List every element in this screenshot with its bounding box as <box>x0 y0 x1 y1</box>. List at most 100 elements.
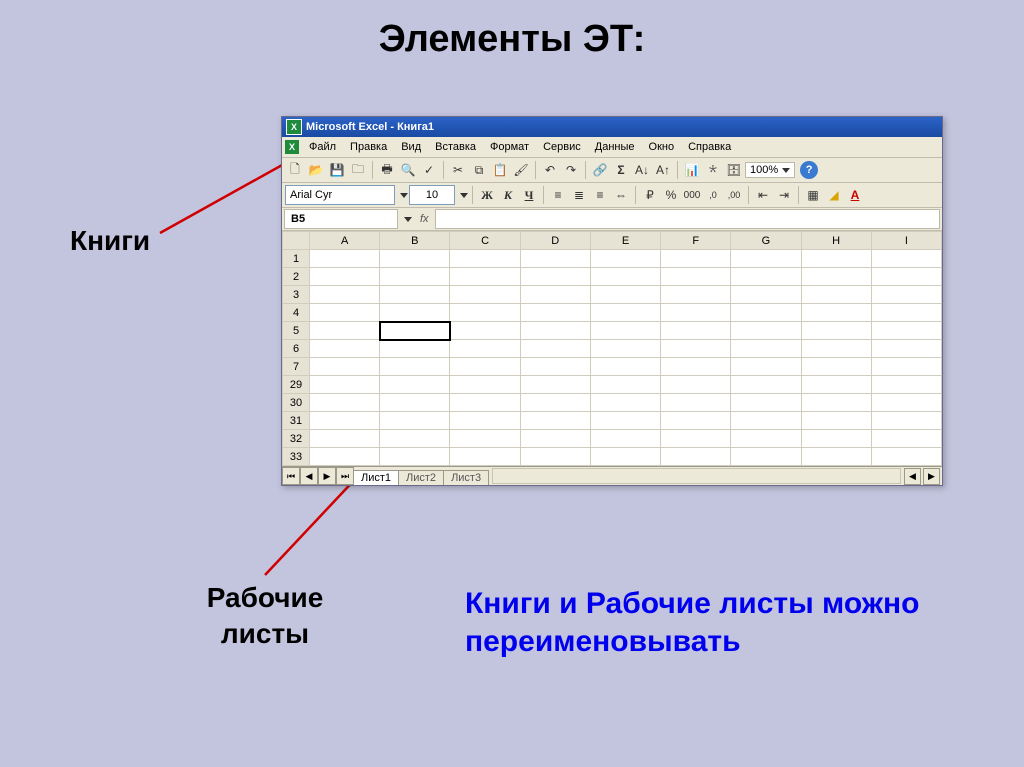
cell[interactable] <box>801 304 871 322</box>
cell[interactable] <box>590 322 660 340</box>
cell[interactable] <box>310 286 380 304</box>
currency-icon[interactable]: ₽ <box>640 185 660 205</box>
align-left-icon[interactable]: ≡ <box>548 185 568 205</box>
row-header[interactable]: 33 <box>283 448 310 466</box>
borders-icon[interactable]: ▦ <box>803 185 823 205</box>
cell[interactable] <box>661 322 731 340</box>
cell[interactable] <box>380 322 450 340</box>
menu-view[interactable]: Вид <box>395 140 427 154</box>
row-header[interactable]: 31 <box>283 412 310 430</box>
cell[interactable] <box>590 430 660 448</box>
cell[interactable] <box>450 322 520 340</box>
drawing-icon[interactable]: 🞯 <box>703 160 723 180</box>
italic-button[interactable]: К <box>498 185 518 205</box>
copy-icon[interactable]: ⧉ <box>469 160 489 180</box>
sheet-nav-next[interactable]: ▶ <box>318 467 336 485</box>
menu-data[interactable]: Данные <box>589 140 641 154</box>
increase-decimal-icon[interactable]: ,0 <box>703 185 723 205</box>
cell[interactable] <box>871 322 941 340</box>
save-icon[interactable]: 💾 <box>327 160 347 180</box>
cell[interactable] <box>380 268 450 286</box>
cell[interactable] <box>380 376 450 394</box>
cell[interactable] <box>801 322 871 340</box>
column-header[interactable]: H <box>801 232 871 250</box>
cell[interactable] <box>871 304 941 322</box>
cell[interactable] <box>871 376 941 394</box>
cell[interactable] <box>590 340 660 358</box>
cell[interactable] <box>801 340 871 358</box>
cell[interactable] <box>871 340 941 358</box>
cell[interactable] <box>450 448 520 466</box>
autosum-icon[interactable]: Σ <box>611 160 631 180</box>
cell[interactable] <box>310 250 380 268</box>
cell[interactable] <box>520 394 590 412</box>
fx-label[interactable]: fx <box>420 213 429 225</box>
cell[interactable] <box>801 394 871 412</box>
cell[interactable] <box>520 430 590 448</box>
help-icon[interactable]: ? <box>800 161 818 179</box>
chart-icon[interactable]: 📊 <box>682 160 702 180</box>
cell[interactable] <box>661 448 731 466</box>
database-icon[interactable]: 🗄 <box>724 160 744 180</box>
window-titlebar[interactable]: X Microsoft Excel - Книга1 <box>282 117 942 137</box>
font-name-combo[interactable]: Arial Cyr <box>285 185 395 205</box>
new-icon[interactable]: 🗋 <box>285 160 305 180</box>
cell[interactable] <box>801 448 871 466</box>
column-header[interactable]: F <box>661 232 731 250</box>
cell[interactable] <box>731 412 801 430</box>
cell[interactable] <box>450 304 520 322</box>
cell[interactable] <box>450 430 520 448</box>
increase-indent-icon[interactable]: ⇥ <box>774 185 794 205</box>
cell[interactable] <box>871 286 941 304</box>
percent-icon[interactable]: % <box>661 185 681 205</box>
cell[interactable] <box>590 286 660 304</box>
paste-icon[interactable]: 📋 <box>490 160 510 180</box>
cell[interactable] <box>731 340 801 358</box>
decrease-indent-icon[interactable]: ⇤ <box>753 185 773 205</box>
print-icon[interactable]: 🖶 <box>377 160 397 180</box>
cell[interactable] <box>661 412 731 430</box>
cell[interactable] <box>520 340 590 358</box>
cell[interactable] <box>871 412 941 430</box>
cell[interactable] <box>310 376 380 394</box>
cell[interactable] <box>731 250 801 268</box>
cell[interactable] <box>380 286 450 304</box>
scroll-right-button[interactable]: ◀ <box>904 468 921 485</box>
cell[interactable] <box>310 340 380 358</box>
cell[interactable] <box>380 304 450 322</box>
cell[interactable] <box>310 430 380 448</box>
cell[interactable] <box>380 358 450 376</box>
cell[interactable] <box>731 322 801 340</box>
font-color-icon[interactable]: A <box>845 185 865 205</box>
cell[interactable] <box>731 394 801 412</box>
cell[interactable] <box>520 358 590 376</box>
row-header[interactable]: 32 <box>283 430 310 448</box>
cell[interactable] <box>590 394 660 412</box>
cell[interactable] <box>801 376 871 394</box>
row-header[interactable]: 2 <box>283 268 310 286</box>
name-box-dropdown[interactable] <box>398 209 414 229</box>
row-header[interactable]: 4 <box>283 304 310 322</box>
column-header[interactable]: A <box>310 232 380 250</box>
sort-asc-icon[interactable]: A↓ <box>632 160 652 180</box>
preview-icon[interactable]: 🔍 <box>398 160 418 180</box>
horizontal-scrollbar[interactable] <box>492 468 901 484</box>
cut-icon[interactable]: ✂ <box>448 160 468 180</box>
cell[interactable] <box>520 286 590 304</box>
cell[interactable] <box>450 250 520 268</box>
chevron-down-icon[interactable] <box>400 193 408 198</box>
cell[interactable] <box>871 394 941 412</box>
row-header[interactable]: 3 <box>283 286 310 304</box>
column-header[interactable]: G <box>731 232 801 250</box>
cell[interactable] <box>661 304 731 322</box>
redo-icon[interactable]: ↷ <box>561 160 581 180</box>
cell[interactable] <box>380 430 450 448</box>
underline-button[interactable]: Ч <box>519 185 539 205</box>
scroll-right-button[interactable]: ▶ <box>923 468 940 485</box>
cell[interactable] <box>731 268 801 286</box>
cell[interactable] <box>801 250 871 268</box>
menu-file[interactable]: Файл <box>303 140 342 154</box>
cell[interactable] <box>731 358 801 376</box>
cell[interactable] <box>871 250 941 268</box>
column-header[interactable]: B <box>380 232 450 250</box>
